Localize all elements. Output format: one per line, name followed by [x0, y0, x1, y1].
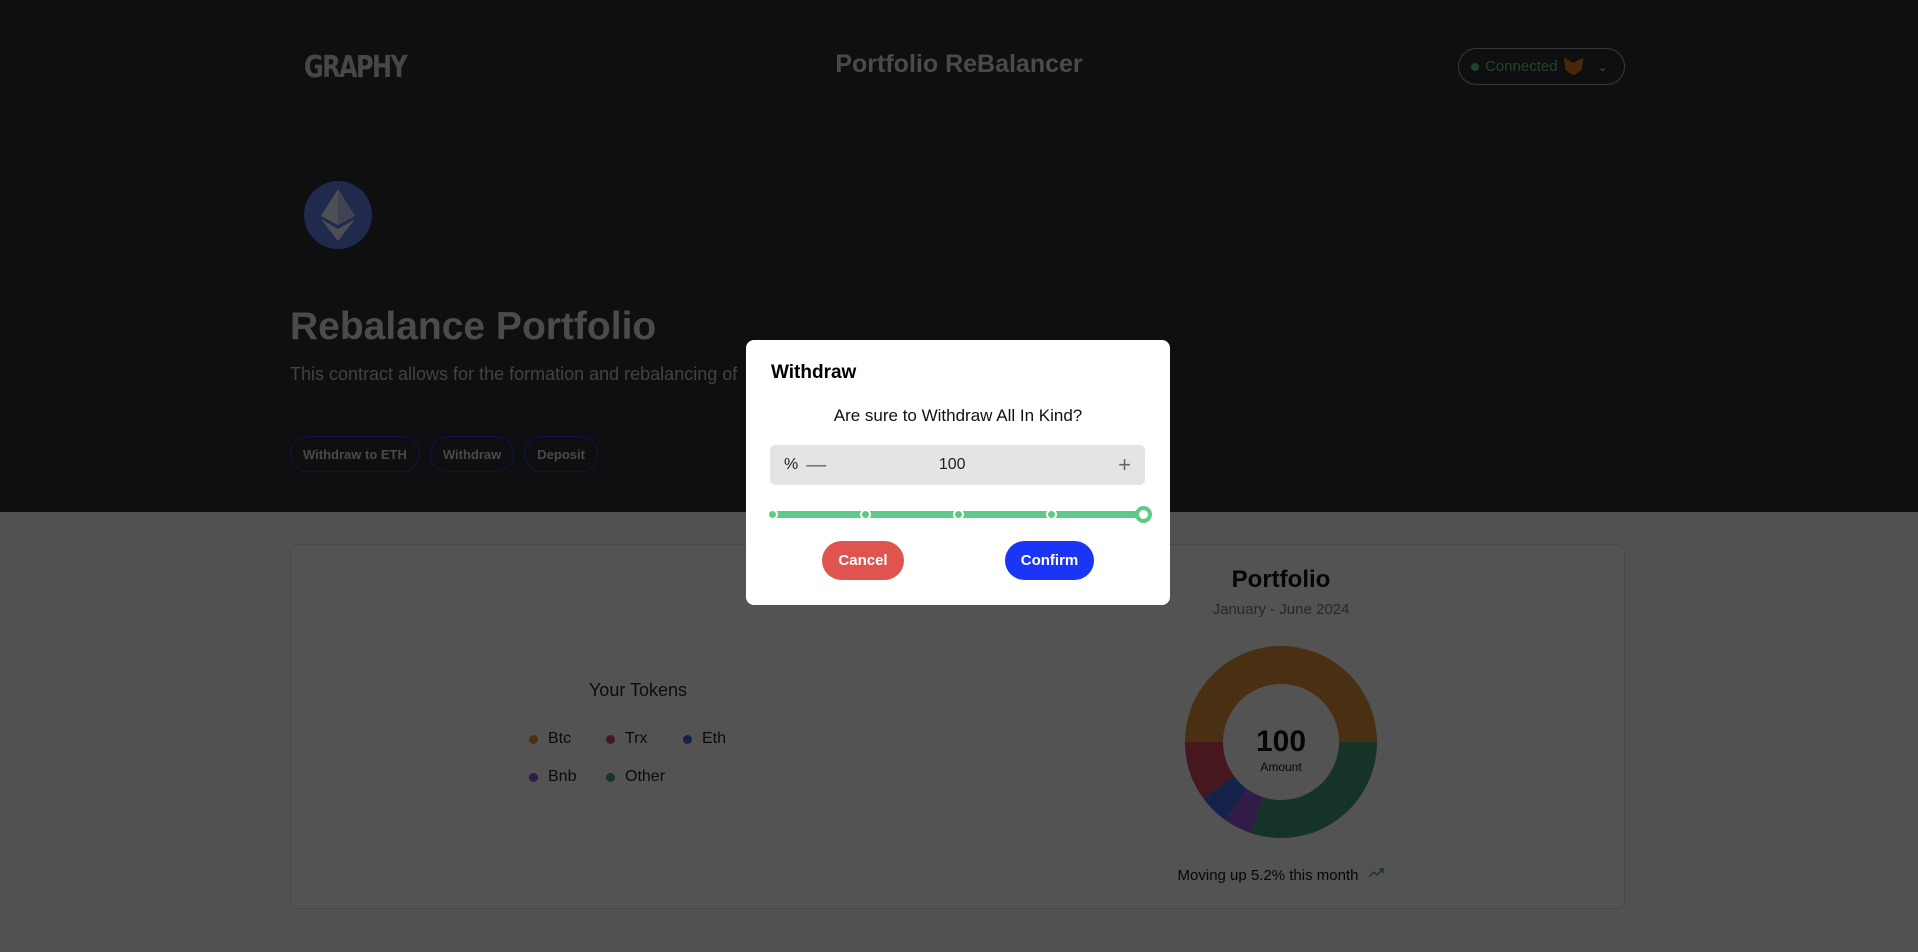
slider-mark[interactable] — [1046, 509, 1057, 520]
wallet-status: Connected — [1485, 58, 1558, 75]
percent-stepper[interactable]: % — 100 + — [770, 445, 1145, 485]
wallet-connect-button[interactable]: Connected ⌄ — [1458, 48, 1625, 85]
legend-item-other: Other — [606, 768, 683, 786]
decrement-button[interactable]: — — [806, 454, 826, 477]
app-title: Portfolio ReBalancer — [835, 50, 1083, 78]
page-title: Rebalance Portfolio — [290, 305, 657, 348]
trending-up-icon — [1368, 868, 1385, 878]
tokens-legend: Btc Trx Eth Bnb Other — [529, 730, 760, 786]
confirm-button[interactable]: Confirm — [1005, 541, 1094, 580]
modal-question: Are sure to Withdraw All In Kind? — [833, 406, 1083, 425]
donut-center-value: 100 — [1256, 725, 1306, 758]
portfolio-donut-chart: 100 Amount — [1185, 646, 1377, 838]
cancel-button[interactable]: Cancel — [822, 541, 904, 580]
percent-unit: % — [784, 456, 799, 473]
deposit-button[interactable]: Deposit — [524, 436, 598, 472]
slider-mark[interactable] — [953, 509, 964, 520]
percent-slider[interactable] — [767, 506, 1152, 523]
chevron-down-icon: ⌄ — [1597, 59, 1608, 74]
withdraw-to-eth-button[interactable]: Withdraw to ETH — [290, 436, 420, 472]
increment-button[interactable]: + — [1118, 452, 1131, 478]
legend-item-trx: Trx — [606, 730, 683, 748]
legend-label: Eth — [702, 730, 727, 747]
page-description: This contract allows for the formation a… — [290, 364, 738, 384]
withdraw-button[interactable]: Withdraw — [429, 436, 515, 472]
legend-label: Other — [625, 768, 666, 785]
slider-thumb[interactable] — [1135, 506, 1152, 523]
legend-dot-icon — [606, 734, 615, 744]
trend-footer: Moving up 5.2% this month — [1091, 867, 1471, 884]
legend-dot-icon — [529, 772, 538, 782]
percent-input[interactable]: 100 — [826, 456, 1118, 474]
modal-title: Withdraw — [771, 362, 857, 383]
withdraw-modal: Withdraw Are sure to Withdraw All In Kin… — [746, 340, 1170, 605]
slider-mark[interactable] — [767, 509, 778, 520]
legend-dot-icon — [683, 734, 692, 744]
legend-label: Btc — [548, 730, 572, 747]
metamask-fox-icon — [1563, 57, 1584, 76]
ethereum-icon — [304, 181, 372, 249]
legend-item-eth: Eth — [683, 730, 760, 748]
trend-text: Moving up 5.2% this month — [1177, 867, 1359, 884]
tokens-title: Your Tokens — [588, 680, 688, 700]
legend-item-btc: Btc — [529, 730, 606, 748]
legend-item-bnb: Bnb — [529, 768, 606, 786]
donut-center-label: Amount — [1260, 760, 1302, 774]
status-dot-icon — [1471, 62, 1479, 71]
legend-dot-icon — [529, 734, 538, 744]
legend-label: Bnb — [548, 768, 577, 785]
legend-dot-icon — [606, 772, 615, 782]
legend-label: Trx — [625, 730, 648, 747]
slider-mark[interactable] — [860, 509, 871, 520]
